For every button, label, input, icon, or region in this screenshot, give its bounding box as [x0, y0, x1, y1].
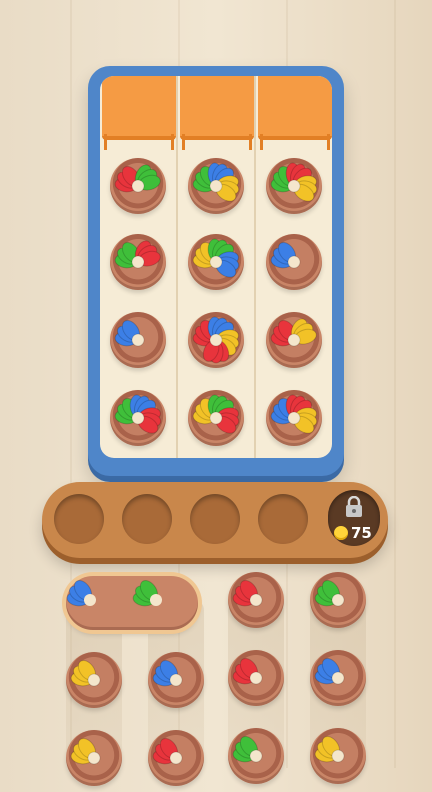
- board-pot[interactable]: [266, 312, 322, 368]
- queue-pot[interactable]: [310, 728, 366, 784]
- capsule-flower: [66, 579, 96, 607]
- tray-slot[interactable]: [190, 494, 240, 544]
- board-pot[interactable]: [266, 234, 322, 290]
- queue-pot[interactable]: [148, 730, 204, 786]
- board-grid: [100, 76, 332, 458]
- board-pot[interactable]: [188, 312, 244, 368]
- unlock-price-value: 75: [351, 524, 372, 542]
- unlock-price: 75: [334, 524, 372, 542]
- tray-slot[interactable]: [122, 494, 172, 544]
- coin-icon: [334, 526, 348, 540]
- awning-column-2: [180, 76, 254, 150]
- tray-slot[interactable]: [54, 494, 104, 544]
- queue-pot[interactable]: [228, 728, 284, 784]
- column-divider: [176, 76, 178, 458]
- board-pot[interactable]: [266, 390, 322, 446]
- board-pot[interactable]: [110, 158, 166, 214]
- board-pot[interactable]: [188, 390, 244, 446]
- double-pot-capsule[interactable]: [66, 576, 198, 630]
- board-pot[interactable]: [110, 312, 166, 368]
- board-pot[interactable]: [266, 158, 322, 214]
- awning-column-3: [258, 76, 332, 150]
- queue-pot[interactable]: [228, 650, 284, 706]
- tray-slot[interactable]: [258, 494, 308, 544]
- board-pot[interactable]: [188, 158, 244, 214]
- queue-pot[interactable]: [310, 650, 366, 706]
- locked-slot-button[interactable]: 75: [328, 490, 380, 546]
- capsule-flower: [132, 579, 162, 607]
- awning-column-1: [102, 76, 176, 150]
- queue-pot[interactable]: [148, 652, 204, 708]
- column-divider: [254, 76, 256, 458]
- queue-pot[interactable]: [228, 572, 284, 628]
- board-pot[interactable]: [110, 234, 166, 290]
- board-pot[interactable]: [188, 234, 244, 290]
- queue-pot[interactable]: [310, 572, 366, 628]
- game-board: [88, 66, 344, 476]
- queue-pot[interactable]: [66, 652, 122, 708]
- queue-pot[interactable]: [66, 730, 122, 786]
- board-pot[interactable]: [110, 390, 166, 446]
- holding-tray: 75: [42, 482, 388, 558]
- lock-icon: [346, 496, 362, 517]
